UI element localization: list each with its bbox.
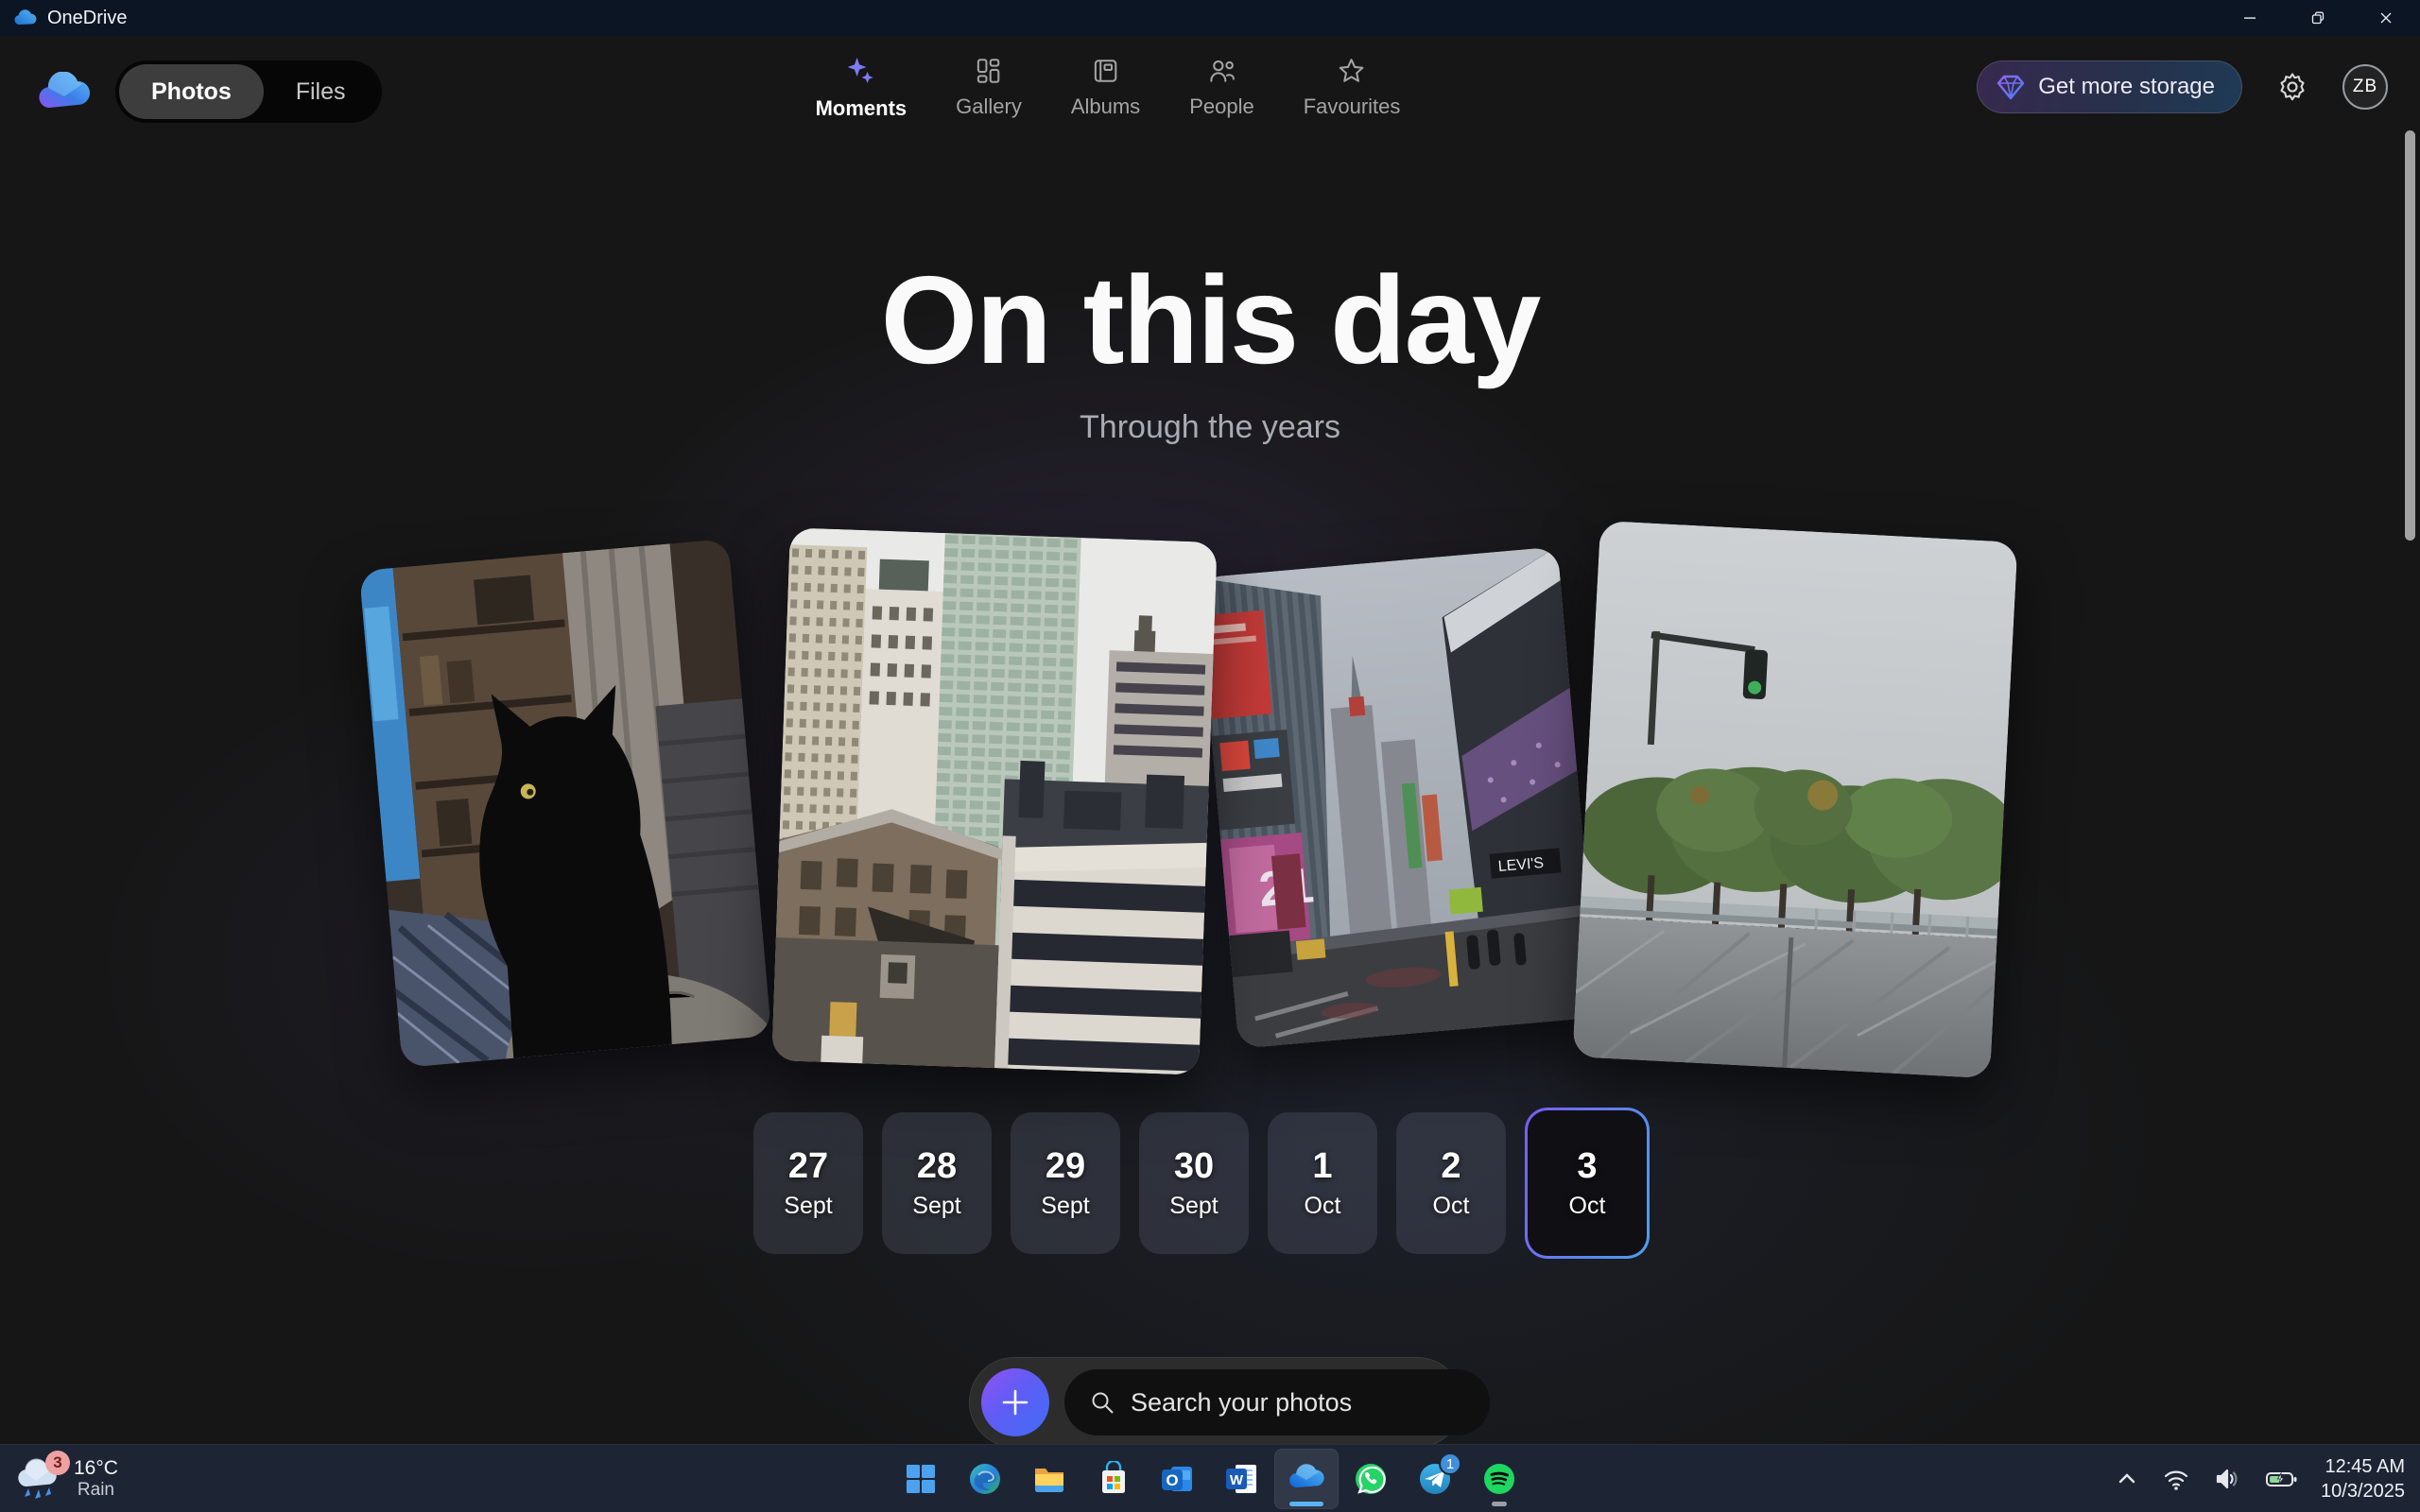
photo-scene-rooftops xyxy=(771,527,1217,1074)
memory-photo-times-square[interactable]: 21 LEVI'S xyxy=(1198,546,1599,1048)
restore-icon xyxy=(2310,10,2325,26)
toggle-photos[interactable]: Photos xyxy=(119,64,264,119)
date-strip: 27Sept 28Sept 29Sept 30Sept 1Oct 2Oct xyxy=(753,1108,1650,1259)
date-chip-2-oct[interactable]: 2Oct xyxy=(1396,1112,1506,1254)
telegram-notification-badge: 1 xyxy=(1439,1452,1461,1475)
svg-text:W: W xyxy=(1230,1472,1244,1488)
system-tray: 12:45 AM 10/3/2025 xyxy=(2115,1445,2405,1512)
chevron-up-icon xyxy=(2115,1467,2139,1491)
taskbar-weather-widget[interactable]: 3 16°C Rain xyxy=(13,1445,118,1512)
onedrive-photos-app: Photos Files Moments xyxy=(0,36,2420,1444)
photo-scene-cat xyxy=(359,539,772,1068)
plus-icon xyxy=(997,1384,1033,1420)
battery-charging-icon xyxy=(2264,1465,2298,1493)
add-photos-button[interactable] xyxy=(981,1368,1049,1436)
onedrive-logo xyxy=(36,72,95,112)
date-chip-30-sept[interactable]: 30Sept xyxy=(1139,1112,1249,1254)
app-header: Photos Files Moments xyxy=(0,36,2420,149)
outlook-icon[interactable]: O xyxy=(1146,1449,1210,1509)
screen: OneDrive xyxy=(0,0,2420,1512)
get-more-storage-button[interactable]: Get more storage xyxy=(1977,60,2242,113)
edge-icon xyxy=(967,1461,1003,1497)
microsoft-store-icon[interactable] xyxy=(1081,1449,1146,1509)
outlook-app-icon: O xyxy=(1160,1461,1196,1497)
start-button[interactable] xyxy=(889,1449,953,1509)
date-chip-28-sept[interactable]: 28Sept xyxy=(882,1112,992,1254)
weather-temperature: 16°C xyxy=(74,1457,118,1480)
whatsapp-icon[interactable] xyxy=(1339,1449,1403,1509)
telegram-icon[interactable]: 1 xyxy=(1403,1449,1467,1509)
wifi-icon xyxy=(2162,1465,2190,1493)
caption-buttons xyxy=(2216,0,2420,36)
star-icon xyxy=(1337,57,1367,85)
weather-notification-badge: 3 xyxy=(45,1451,70,1475)
nav-gallery[interactable]: Gallery xyxy=(956,57,1022,119)
date-chip-29-sept[interactable]: 29Sept xyxy=(1011,1112,1120,1254)
svg-text:O: O xyxy=(1166,1471,1178,1489)
nav-people[interactable]: People xyxy=(1189,57,1254,119)
folder-icon xyxy=(1031,1461,1067,1497)
memory-photo-waterfront-park[interactable] xyxy=(1572,521,2017,1078)
minimize-icon xyxy=(2242,10,2257,26)
tray-date: 10/3/2025 xyxy=(2321,1479,2405,1503)
taskbar: 3 16°C Rain xyxy=(0,1444,2420,1512)
clock[interactable]: 12:45 AM 10/3/2025 xyxy=(2321,1454,2405,1503)
search-icon xyxy=(1089,1389,1115,1416)
weather-condition: Rain xyxy=(74,1480,118,1501)
taskbar-app-icons: O W xyxy=(889,1445,1531,1512)
file-explorer-icon[interactable] xyxy=(1017,1449,1081,1509)
windows-start-icon xyxy=(904,1462,938,1496)
edge-browser-icon[interactable] xyxy=(953,1449,1017,1509)
toggle-files[interactable]: Files xyxy=(264,64,378,119)
date-chip-1-oct[interactable]: 1Oct xyxy=(1268,1112,1377,1254)
page-subtitle: Through the years xyxy=(0,409,2420,446)
onedrive-icon xyxy=(1287,1459,1326,1499)
gear-icon xyxy=(2276,71,2308,103)
onedrive-cloud-icon xyxy=(13,9,38,26)
restore-button[interactable] xyxy=(2284,0,2352,36)
battery-tray-icon[interactable] xyxy=(2264,1465,2298,1493)
diamond-icon xyxy=(1996,74,2025,100)
search-input[interactable] xyxy=(1131,1388,1465,1418)
memory-photo-cat[interactable] xyxy=(359,539,772,1068)
people-icon xyxy=(1207,57,1236,85)
photo-scene-times-square: 21 LEVI'S xyxy=(1198,546,1599,1048)
word-app-icon: W xyxy=(1224,1461,1260,1497)
search-dock xyxy=(969,1357,1462,1444)
close-button[interactable] xyxy=(2352,0,2420,36)
account-avatar[interactable]: ZB xyxy=(2342,64,2388,110)
photo-scene-park xyxy=(1572,521,2017,1078)
sparkles-icon xyxy=(845,57,877,87)
window-title: OneDrive xyxy=(0,8,127,29)
primary-nav: Moments Gallery Albums xyxy=(816,57,1401,121)
date-chip-3-oct-selected[interactable]: 3Oct xyxy=(1525,1108,1650,1259)
page-title: On this day xyxy=(0,251,2420,388)
hero: On this day Through the years xyxy=(0,251,2420,446)
tray-time: 12:45 AM xyxy=(2321,1454,2405,1479)
onedrive-taskbar-icon[interactable] xyxy=(1274,1449,1339,1509)
store-icon xyxy=(1096,1461,1132,1497)
memory-photo-rooftops[interactable] xyxy=(771,527,1217,1074)
spotify-icon[interactable] xyxy=(1467,1449,1531,1509)
settings-button[interactable] xyxy=(2276,71,2308,103)
word-icon[interactable]: W xyxy=(1210,1449,1274,1509)
search-bar xyxy=(1064,1369,1490,1435)
window-titlebar: OneDrive xyxy=(0,0,2420,36)
close-icon xyxy=(2378,10,2394,26)
scrollbar-thumb[interactable] xyxy=(2405,130,2415,541)
grid-icon xyxy=(975,57,1003,85)
nav-albums[interactable]: Albums xyxy=(1071,57,1140,119)
album-icon xyxy=(1092,57,1120,85)
library-toggle: Photos Files xyxy=(115,60,382,123)
nav-moments[interactable]: Moments xyxy=(816,57,908,121)
volume-tray-icon[interactable] xyxy=(2213,1465,2241,1493)
minimize-button[interactable] xyxy=(2216,0,2284,36)
speaker-icon xyxy=(2213,1465,2241,1493)
wifi-tray-icon[interactable] xyxy=(2162,1465,2190,1493)
date-chip-27-sept[interactable]: 27Sept xyxy=(753,1112,863,1254)
show-hidden-icons-button[interactable] xyxy=(2115,1467,2139,1491)
nav-favourites[interactable]: Favourites xyxy=(1304,57,1401,119)
whatsapp-app-icon xyxy=(1353,1461,1389,1497)
spotify-app-icon xyxy=(1481,1461,1517,1497)
